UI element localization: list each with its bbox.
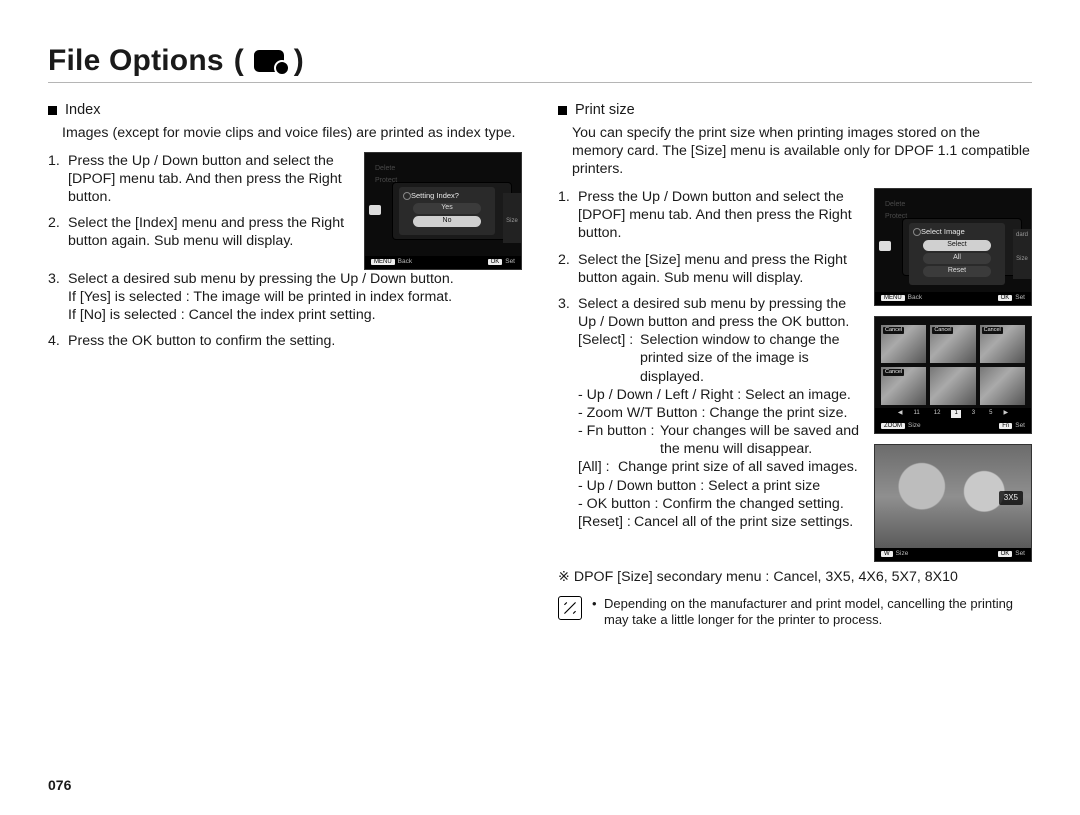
thumbnail: Cancel: [881, 325, 926, 363]
thumbnail: Cancel: [930, 325, 975, 363]
thumbnail: [980, 367, 1025, 405]
label-set: Set: [1015, 294, 1025, 301]
steps-with-shot-index: 1.Press the Up / Down button and select …: [48, 152, 522, 270]
key-fn-icon: Fn: [999, 423, 1012, 429]
key-ok-icon: OK: [998, 551, 1013, 557]
note-text: Depending on the manufacturer and print …: [592, 596, 1032, 629]
step-2: 2.Select the [Size] menu and press the R…: [558, 251, 860, 287]
dialog-select-image: Select Image Select All Reset: [909, 223, 1005, 284]
screenshot-index-dialog: Delete Protect Setting Index? Yes No: [364, 152, 522, 270]
screenshot-thumbnail-grid: Cancel Cancel Cancel Cancel ◀ 11 12 1: [874, 316, 1032, 434]
thumbnail: [930, 367, 975, 405]
paren-open: (: [234, 44, 244, 78]
size-chip: 3X5: [999, 491, 1023, 505]
steps-text: 1.Press the Up / Down button and select …: [48, 152, 350, 270]
label-all: [All] :: [578, 458, 618, 476]
thumb-badge: Cancel: [883, 327, 904, 334]
heading-text: Index: [65, 101, 100, 120]
key-menu-icon: MENU: [371, 259, 395, 265]
column-index: Index Images (except for movie clips and…: [48, 101, 522, 629]
steps-with-shots-print-size: 1.Press the Up / Down button and select …: [558, 188, 1032, 562]
bullet-nav: - Up / Down / Left / Right : Select an i…: [578, 386, 860, 404]
heading-text: Print size: [575, 101, 635, 120]
page-title: File Options: [48, 44, 224, 78]
option-no: No: [413, 216, 481, 227]
thumbnail: Cancel: [980, 325, 1025, 363]
step-4: 4.Press the OK button to confirm the set…: [48, 332, 522, 350]
key-ok-icon: OK: [998, 295, 1013, 301]
step-1: 1.Press the Up / Down button and select …: [48, 152, 350, 207]
key-menu-icon: MENU: [881, 295, 905, 301]
screenshot-single-preview: 3X5 WSize OKSet: [874, 444, 1032, 562]
label-size: Size: [908, 422, 921, 429]
step-3-yes: If [Yes] is selected : The image will be…: [68, 288, 522, 306]
step-2: 2.Select the [Index] menu and press the …: [48, 214, 350, 250]
key-w-icon: W: [881, 551, 893, 557]
label-reset: [Reset] :: [578, 513, 634, 531]
screenshot-select-image-dialog: Delete Protect Select Image Select All R…: [874, 188, 1032, 306]
option-reset: Reset: [923, 266, 991, 277]
paren-close: ): [294, 44, 304, 78]
key-ok-icon: OK: [488, 259, 503, 265]
label-set: Set: [1015, 550, 1025, 557]
bullet-updown: - Up / Down button : Select a print size: [578, 477, 860, 495]
pagination-bar: ◀ 11 12 1 3 5 ▶: [875, 408, 1031, 420]
step-1: 1.Press the Up / Down button and select …: [558, 188, 860, 243]
step-3: 3.Select a desired sub menu by pressing …: [558, 295, 860, 531]
steps-text: 1.Press the Up / Down button and select …: [558, 188, 860, 562]
dialog-setting-index: Setting Index? Yes No: [399, 187, 495, 236]
note-icon: [558, 596, 582, 620]
section-heading-print-size: Print size: [558, 101, 1032, 120]
side-label-size: Size: [504, 218, 520, 226]
bullet-ok: - OK button : Confirm the changed settin…: [578, 495, 860, 513]
dialog-title: Setting Index?: [403, 191, 491, 201]
intro-text-index: Images (except for movie clips and voice…: [62, 124, 522, 142]
playback-icon: [879, 241, 891, 251]
section-heading-index: Index: [48, 101, 522, 120]
option-yes: Yes: [413, 203, 481, 214]
dialog-title: Select Image: [913, 227, 1001, 237]
key-zoom-icon: ZOOM: [881, 423, 905, 429]
step-3-no: If [No] is selected : Cancel the index p…: [68, 306, 522, 324]
label-back: Back: [908, 294, 922, 301]
label-select: [Select] :: [578, 331, 640, 386]
screenshot-stack: Delete Protect Select Image Select All R…: [874, 188, 1032, 562]
option-select: Select: [923, 240, 991, 251]
menu-item-delete: Delete: [375, 163, 397, 175]
page-number: 076: [48, 777, 71, 793]
option-all: All: [923, 253, 991, 264]
label-back: Back: [398, 258, 412, 265]
step-3: 3.Select a desired sub menu by pressing …: [48, 270, 522, 325]
file-options-icon: [254, 50, 284, 72]
manual-page: File Options ( ) Index Images (except fo…: [0, 0, 1080, 815]
playback-icon: [369, 205, 381, 215]
side-label-size: Size: [1014, 256, 1030, 264]
title-row: File Options ( ): [48, 44, 1032, 83]
secondary-menu-line: ※ DPOF [Size] secondary menu : Cancel, 3…: [558, 568, 1032, 586]
bullet-fn-label: - Fn button :: [578, 422, 660, 458]
two-column-layout: Index Images (except for movie clips and…: [48, 101, 1032, 629]
intro-text-print-size: You can specify the print size when prin…: [572, 124, 1032, 179]
bullet-zoom: - Zoom W/T Button : Change the print siz…: [578, 404, 860, 422]
column-print-size: Print size You can specify the print siz…: [558, 101, 1032, 629]
note-block: Depending on the manufacturer and print …: [558, 596, 1032, 629]
side-label-dard: dard: [1014, 232, 1030, 240]
menu-item-delete: Delete: [885, 199, 907, 211]
thumbnail: Cancel: [881, 367, 926, 405]
bullet-square-icon: [558, 106, 567, 115]
label-size: Size: [896, 550, 909, 557]
label-set: Set: [505, 258, 515, 265]
label-set: Set: [1015, 422, 1025, 429]
bullet-square-icon: [48, 106, 57, 115]
